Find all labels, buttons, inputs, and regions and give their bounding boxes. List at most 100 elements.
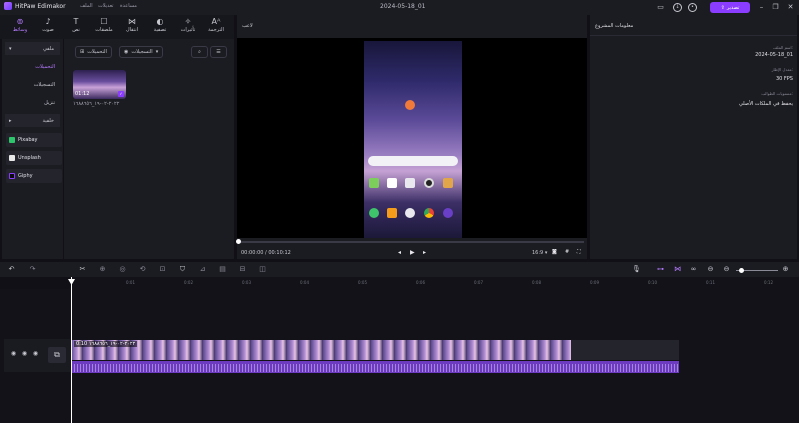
- menu-help[interactable]: مساعدة: [120, 3, 137, 9]
- check-icon: ✓: [118, 91, 124, 97]
- app-icon: [405, 100, 415, 110]
- nav-item-download[interactable]: تنزيل: [6, 100, 61, 106]
- tool-text[interactable]: T نص: [63, 17, 89, 39]
- eye-icon[interactable]: ◉: [9, 350, 18, 357]
- undo-icon[interactable]: ↶: [7, 265, 16, 273]
- record-icon: ◉: [124, 49, 129, 55]
- project-info-title: معلومات المشروع: [595, 23, 634, 29]
- download-icon[interactable]: ↓: [673, 3, 682, 12]
- field-value: يحفظ في الملكات الأصلي: [739, 101, 793, 107]
- giphy-icon: [9, 173, 15, 179]
- audio-waveform: [71, 364, 679, 372]
- tool-subtitle[interactable]: Aᴬ الترجمة: [203, 17, 229, 39]
- play-store-icon: [387, 178, 397, 188]
- tool-transition[interactable]: ⋈ انتقال: [119, 17, 145, 39]
- phone-call-icon: [369, 208, 379, 218]
- prev-frame-icon[interactable]: ◂: [398, 249, 401, 256]
- preview-label: لاعب: [242, 23, 253, 29]
- lock-icon[interactable]: ◉: [31, 350, 40, 357]
- close-icon[interactable]: ✕: [786, 3, 795, 12]
- scrubber-handle[interactable]: [236, 239, 241, 244]
- preview-scrubber[interactable]: [239, 241, 584, 243]
- link-icon[interactable]: ∞: [689, 265, 698, 273]
- nav-local[interactable]: ▾ ملفي: [5, 42, 60, 55]
- minimize-icon[interactable]: –: [757, 3, 766, 12]
- grid-icon[interactable]: #: [565, 249, 569, 255]
- divider: [590, 35, 797, 36]
- search-icon: ⌕: [198, 49, 201, 55]
- snapshot-icon[interactable]: ◙: [552, 249, 557, 255]
- play-icon[interactable]: ▶: [410, 249, 415, 256]
- zoom-in-icon[interactable]: ⊕: [781, 265, 790, 273]
- tool-icon[interactable]: ⊡: [158, 265, 167, 273]
- field-label: اسم الملف:: [773, 45, 793, 50]
- toggle-icon[interactable]: ⋈: [673, 265, 682, 273]
- nav-item-uploads[interactable]: التحميلات: [6, 64, 61, 70]
- menu-edit[interactable]: تعديلات: [98, 3, 114, 9]
- tick-label: 0:08: [532, 280, 541, 285]
- tick-label: 0:12: [764, 280, 773, 285]
- tool-icon[interactable]: ⊕: [98, 265, 107, 273]
- tool-media[interactable]: ⊚ وسائط: [7, 17, 33, 39]
- tool-icon[interactable]: ⊿: [198, 265, 207, 273]
- timeline-ruler[interactable]: [70, 277, 799, 289]
- tick-label: 0:11: [706, 280, 715, 285]
- scissors-icon[interactable]: ✂: [78, 265, 87, 273]
- message-icon[interactable]: ▭: [656, 3, 665, 12]
- sort-icon: ☰: [216, 49, 221, 55]
- nav-item-recordings[interactable]: التسجيلات: [6, 82, 61, 88]
- fullscreen-icon[interactable]: ⛶: [577, 249, 581, 255]
- left-nav-panel: [2, 39, 63, 259]
- playhead[interactable]: [71, 277, 72, 423]
- subtitle-icon: Aᴬ: [211, 17, 221, 26]
- source-giphy[interactable]: Giphy: [6, 169, 62, 183]
- tool-effects[interactable]: ✧ تأثيرات: [175, 17, 201, 39]
- media-clip-thumbnail[interactable]: 01:12 ✓: [73, 70, 126, 99]
- microphone-icon[interactable]: 🎙: [632, 265, 641, 273]
- transition-icon: ⋈: [128, 17, 136, 26]
- gallery-icon: [443, 178, 453, 188]
- video-clip-gap: [571, 340, 679, 360]
- tool-stickers[interactable]: ☐ ملصقات: [91, 17, 117, 39]
- zoom-out-icon[interactable]: ⊖: [722, 265, 731, 273]
- search-button[interactable]: ⌕: [191, 46, 208, 58]
- app-icon: [443, 208, 453, 218]
- record-dropdown[interactable]: ◉ التسجيلات ▾: [119, 46, 164, 58]
- redo-icon[interactable]: ↷: [28, 265, 37, 273]
- export-button[interactable]: ⇪ تصدير: [710, 2, 750, 13]
- chevron-down-icon: ▾: [155, 49, 159, 55]
- sort-button[interactable]: ☰: [210, 46, 227, 58]
- tool-icon[interactable]: ▤: [218, 265, 227, 273]
- field-value: 30 FPS: [775, 76, 793, 82]
- restore-icon[interactable]: ❐: [771, 3, 780, 12]
- clip-label: 0:10 ٢٠٢٢-٠٢-١٩_١٦٨٨٦٥٦: [74, 341, 138, 347]
- video-clip[interactable]: [71, 340, 571, 360]
- tool-icon[interactable]: ⊟: [238, 265, 247, 273]
- account-icon[interactable]: •: [688, 3, 697, 12]
- tool-filter[interactable]: ◐ تصفية: [147, 17, 173, 39]
- source-pixabay[interactable]: Pixabay: [6, 133, 62, 147]
- tool-icon[interactable]: ◫: [258, 265, 267, 273]
- tool-audio[interactable]: ♪ صوت: [35, 17, 61, 39]
- aspect-ratio-select[interactable]: 16:9 ▾: [532, 250, 547, 256]
- app-icon: [369, 178, 379, 188]
- tick-label: 0:05: [358, 280, 367, 285]
- filter-icon: ◐: [156, 17, 164, 26]
- tool-icon[interactable]: ◎: [118, 265, 127, 273]
- tick-label: 0:07: [474, 280, 483, 285]
- mute-icon[interactable]: ◉: [20, 350, 29, 357]
- tick-label: 0:10: [648, 280, 657, 285]
- toggle-icon[interactable]: ⊶: [656, 265, 665, 273]
- track-thumbnail-icon[interactable]: ⧉: [48, 347, 66, 363]
- nav-background[interactable]: ▸ خلفية: [5, 114, 60, 127]
- field-value: 2024-05-18_01: [755, 52, 793, 58]
- fit-icon[interactable]: ⊖: [706, 265, 715, 273]
- tool-icon[interactable]: ⟲: [138, 265, 147, 273]
- import-button[interactable]: ⊞ التحميلات: [75, 46, 112, 58]
- source-unsplash[interactable]: Unsplash: [6, 151, 62, 165]
- zoom-handle[interactable]: [739, 268, 744, 273]
- shield-icon[interactable]: ⛉: [178, 265, 187, 274]
- menu-file[interactable]: الملف: [80, 3, 93, 9]
- music-icon: ♪: [45, 17, 51, 26]
- next-frame-icon[interactable]: ▸: [423, 249, 426, 256]
